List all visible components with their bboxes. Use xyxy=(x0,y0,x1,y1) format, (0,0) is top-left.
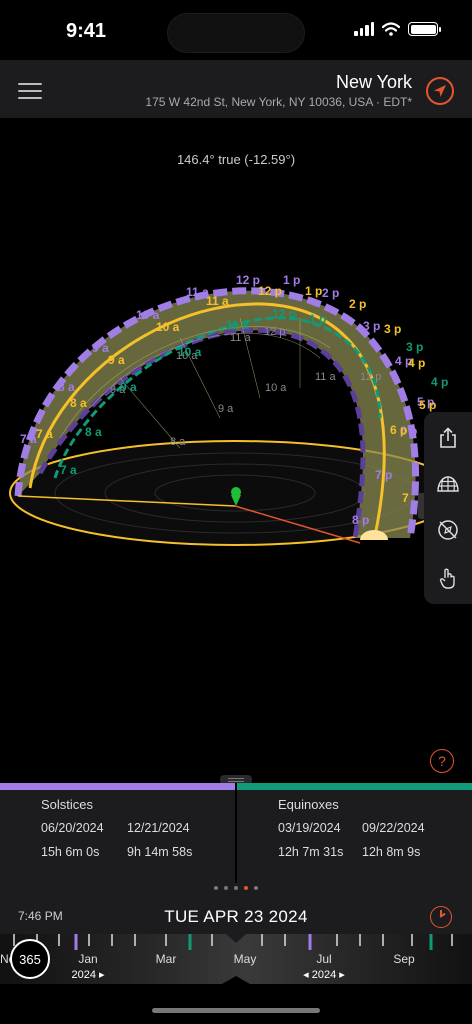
side-toolbar xyxy=(424,412,472,604)
summer-label-3p: 3 p xyxy=(363,319,380,333)
summer-label-8a: 8 a xyxy=(58,380,75,394)
today-label-7a: 7 a xyxy=(36,427,53,441)
today-label-6p: 6 p xyxy=(390,423,407,437)
year-label-left[interactable]: 2024 ▸ xyxy=(71,968,104,981)
globe-button[interactable] xyxy=(424,462,472,506)
home-indicator xyxy=(152,1008,320,1013)
solstices-color-bar xyxy=(0,783,236,790)
locate-button[interactable] xyxy=(426,77,454,105)
battery-icon xyxy=(408,22,441,36)
month-label-mar: Mar xyxy=(155,952,177,966)
today-label-5p: 5 p xyxy=(419,398,436,412)
day-count-badge[interactable]: 365 xyxy=(10,939,50,979)
month-label-jul: Jul xyxy=(316,952,332,966)
compass-off-icon xyxy=(438,520,458,540)
winter-label-7a: 7 a xyxy=(60,463,77,477)
location-address[interactable]: 175 W 42nd St, New York, NY 10036, USA ·… xyxy=(145,95,412,109)
summer-solstice-daylength: 15h 6m 0s xyxy=(41,845,100,859)
compass-toggle-button[interactable] xyxy=(424,508,472,552)
help-button[interactable]: ? xyxy=(430,749,454,773)
spring-equinox-date: 03/19/2024 xyxy=(278,821,341,835)
summer-label-12p: 12 p xyxy=(236,273,260,287)
cellular-signal-icon xyxy=(354,22,374,36)
info-panel: Solstices 06/20/2024 12/21/2024 15h 6m 0… xyxy=(0,775,472,883)
share-icon xyxy=(440,427,456,448)
today-label-2p: 2 p xyxy=(349,297,366,311)
today-label-11a: 11 a xyxy=(206,294,229,308)
autumn-equinox-daylength: 12h 8m 9s xyxy=(362,845,421,859)
equinox-label-11p: 11 a xyxy=(315,371,336,383)
equinoxes-panel[interactable]: Equinoxes 03/19/2024 09/22/2024 12h 7m 3… xyxy=(237,790,472,883)
today-label-9a: 9 a xyxy=(108,353,125,367)
location-title[interactable]: New York xyxy=(336,72,412,93)
summer-solstice-date: 06/20/2024 xyxy=(41,821,104,835)
equinoxes-color-bar xyxy=(236,783,472,790)
winter-label-11a: 11 a xyxy=(226,318,249,332)
summer-label-2p: 2 p xyxy=(322,286,339,300)
autumn-equinox-date: 09/22/2024 xyxy=(362,821,425,835)
summer-label-8p: 8 p xyxy=(352,513,369,527)
winter-label-8a: 8 a xyxy=(85,425,102,439)
wifi-icon xyxy=(382,22,400,36)
page-indicator[interactable] xyxy=(0,886,472,890)
sun-path-viewer[interactable]: 146.4° true (-12.59°) 7 a 8 a 9 a 10 a 1… xyxy=(0,118,472,783)
location-arrow-icon xyxy=(434,85,446,97)
month-label-jan: Jan xyxy=(78,952,98,966)
winter-label-4p: 4 p xyxy=(431,375,448,389)
summer-label-9a: 9 a xyxy=(92,341,109,355)
winter-solstice-date: 12/21/2024 xyxy=(127,821,190,835)
winter-label-10a: 10 a xyxy=(178,345,202,359)
winter-label-1p: 1 p xyxy=(309,312,326,326)
menu-icon[interactable] xyxy=(18,83,42,99)
today-label-4p: 4 p xyxy=(408,356,425,370)
date-timeline-slider[interactable]: Nc 365 Jan Mar May Jul Sep 2024 ▸ ◂ 2024… xyxy=(0,934,472,984)
solstices-title: Solstices xyxy=(41,797,94,812)
today-label-10a: 10 a xyxy=(156,320,180,334)
current-date[interactable]: TUE APR 23 2024 xyxy=(0,907,472,927)
equinox-label-8a: 8 a xyxy=(170,436,186,448)
winter-label-12p: 12 p xyxy=(272,307,296,321)
today-label-8a: 8 a xyxy=(70,396,87,410)
winter-solstice-daylength: 9h 14m 58s xyxy=(127,845,193,859)
status-icons xyxy=(354,22,441,36)
winter-label-3p: 3 p xyxy=(406,340,423,354)
sun-path-diagram: 7 a 8 a 9 a 10 a 11 a 12 p 1 p 2 p 3 p 4… xyxy=(9,273,461,546)
year-label-right[interactable]: ◂ 2024 ▸ xyxy=(303,968,345,981)
clock-icon[interactable] xyxy=(430,906,452,928)
today-label-7p: 7 xyxy=(402,491,409,505)
summer-label-7a: 7 a xyxy=(20,432,37,446)
today-label-12p: 12 p xyxy=(258,284,282,298)
equinox-label-1p: 12 p xyxy=(360,371,381,383)
location-header: New York 175 W 42nd St, New York, NY 100… xyxy=(0,60,472,118)
date-bar: 7:46 PM TUE APR 23 2024 Nc 365 Jan Mar M… xyxy=(0,883,472,984)
status-time: 9:41 xyxy=(66,20,107,42)
month-label-sep: Sep xyxy=(393,952,415,966)
winter-label-9a: 9 a xyxy=(120,380,137,394)
month-label-may: May xyxy=(233,952,257,966)
equinox-label-10p: 10 a xyxy=(265,382,287,394)
equinox-label-9p: 9 a xyxy=(218,403,234,415)
summer-label-7p: 7 p xyxy=(375,468,392,482)
spring-equinox-daylength: 12h 7m 31s xyxy=(278,845,344,859)
dynamic-island xyxy=(167,13,305,53)
touch-mode-button[interactable] xyxy=(424,556,472,600)
equinox-label-12p: 12 p xyxy=(264,326,285,338)
globe-icon xyxy=(437,476,459,492)
hand-pointer-icon xyxy=(439,568,455,589)
solstices-panel[interactable]: Solstices 06/20/2024 12/21/2024 15h 6m 0… xyxy=(0,790,235,883)
share-button[interactable] xyxy=(424,416,472,460)
equinox-label-11a: 11 a xyxy=(230,332,251,344)
today-label-1p: 1 p xyxy=(305,284,322,298)
summer-label-1p: 1 p xyxy=(283,273,300,287)
status-bar: 9:41 xyxy=(0,0,472,60)
equinoxes-title: Equinoxes xyxy=(278,797,339,812)
today-label-3p: 3 p xyxy=(384,322,401,336)
